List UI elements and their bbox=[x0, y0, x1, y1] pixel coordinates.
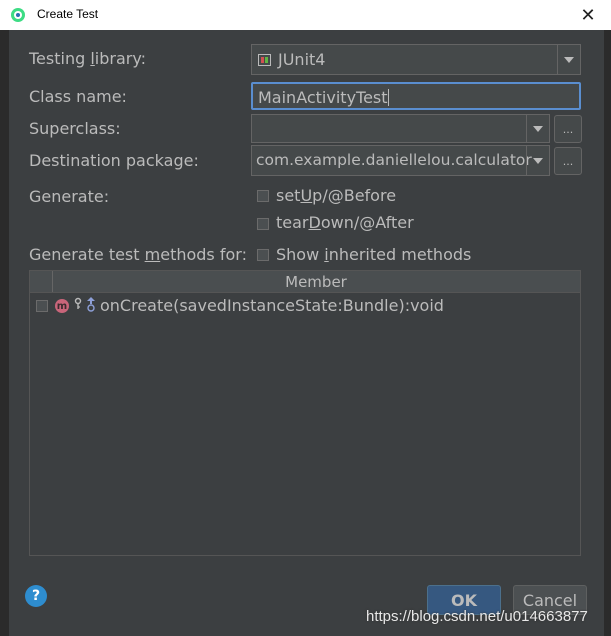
testing-library-value: JUnit4 bbox=[278, 50, 326, 69]
destination-package-value: com.example.daniellelou.calculator bbox=[256, 151, 532, 169]
junit-icon bbox=[258, 54, 271, 66]
table-header: Member bbox=[30, 271, 580, 293]
testing-library-select[interactable]: JUnit4 bbox=[251, 44, 581, 75]
superclass-label: Superclass: bbox=[29, 119, 121, 138]
class-name-value: MainActivityTest bbox=[258, 88, 389, 107]
setup-label[interactable]: setUp/@Before bbox=[276, 186, 396, 205]
setup-checkbox[interactable] bbox=[257, 190, 269, 202]
destination-package-label: Destination package: bbox=[29, 151, 199, 170]
watermark-text: https://blog.csdn.net/u014663877 bbox=[366, 608, 588, 625]
background-ide-edge-right bbox=[604, 30, 611, 636]
class-name-input[interactable]: MainActivityTest bbox=[251, 82, 581, 110]
destination-package-select[interactable]: com.example.daniellelou.calculator bbox=[251, 145, 550, 176]
testing-library-label: Testing library: bbox=[29, 49, 147, 68]
superclass-select[interactable] bbox=[251, 114, 550, 143]
select-column-header[interactable] bbox=[30, 271, 53, 292]
override-icon bbox=[87, 297, 95, 312]
chevron-down-icon[interactable] bbox=[526, 115, 549, 142]
help-button[interactable]: ? bbox=[25, 585, 47, 607]
class-name-label: Class name: bbox=[29, 87, 127, 106]
key-icon bbox=[74, 297, 82, 309]
title-bar: Create Test ✕ bbox=[0, 0, 611, 31]
teardown-label[interactable]: tearDown/@After bbox=[276, 213, 414, 232]
android-studio-icon bbox=[11, 8, 25, 22]
method-icon: m bbox=[55, 299, 69, 313]
method-signature: onCreate(savedInstanceState:Bundle):void bbox=[100, 296, 444, 315]
table-row[interactable]: m onCreate(savedInstanceState:Bundle):vo… bbox=[30, 295, 580, 317]
row-checkbox[interactable] bbox=[36, 300, 48, 312]
generate-label: Generate: bbox=[29, 187, 110, 206]
superclass-browse-button[interactable]: ... bbox=[554, 115, 582, 143]
member-column-header[interactable]: Member bbox=[52, 273, 580, 291]
chevron-down-icon[interactable] bbox=[526, 146, 549, 175]
chevron-down-icon[interactable] bbox=[557, 45, 580, 74]
show-inherited-checkbox[interactable] bbox=[257, 249, 269, 261]
show-inherited-label[interactable]: Show inherited methods bbox=[276, 245, 471, 264]
methods-for-label: Generate test methods for: bbox=[29, 245, 247, 264]
close-icon: ✕ bbox=[580, 4, 596, 26]
teardown-checkbox[interactable] bbox=[257, 218, 269, 230]
destination-browse-button[interactable]: ... bbox=[554, 147, 582, 175]
background-ide-edge bbox=[0, 30, 9, 636]
members-table: Member m onCreate(savedInstanceState:Bun… bbox=[29, 270, 581, 556]
close-button[interactable]: ✕ bbox=[565, 0, 611, 30]
window-title: Create Test bbox=[37, 7, 99, 21]
